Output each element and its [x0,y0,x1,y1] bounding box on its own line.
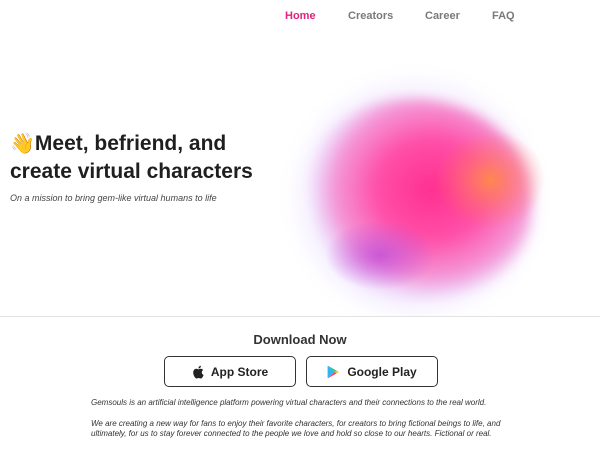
app-store-button[interactable]: App Store [164,356,296,387]
hero: 👋Meet, befriend, and create virtual char… [10,130,310,203]
app-store-label: App Store [210,364,269,379]
nav-faq[interactable]: FAQ [492,10,515,22]
blob-purple-glow [325,220,435,290]
nav-home[interactable]: Home [285,10,316,22]
top-nav: Home Creators Career FAQ [0,10,600,26]
headline-line-1: Meet, befriend, and [34,132,227,155]
apple-icon [192,365,204,379]
hero-headline: 👋Meet, befriend, and create virtual char… [10,130,310,185]
google-play-icon [327,365,340,379]
hero-tagline: On a mission to bring gem-like virtual h… [10,193,217,203]
about-text: Gemsouls is an artificial intelligence p… [91,398,511,440]
google-play-button[interactable]: Google Play [306,356,438,387]
download-title: Download Now [253,332,347,347]
blob-orange-glow [435,130,545,230]
download-section: Download Now App Store Google Play Gemso… [0,316,600,450]
nav-creators[interactable]: Creators [348,10,393,22]
nav-career[interactable]: Career [425,10,460,22]
waving-hand-icon: 👋 [10,133,35,155]
about-paragraph-1: Gemsouls is an artificial intelligence p… [91,398,487,407]
google-play-label: Google Play [347,364,417,379]
about-paragraph-2: We are creating a new way for fans to en… [91,418,501,439]
headline-line-2: create virtual characters [10,160,253,183]
